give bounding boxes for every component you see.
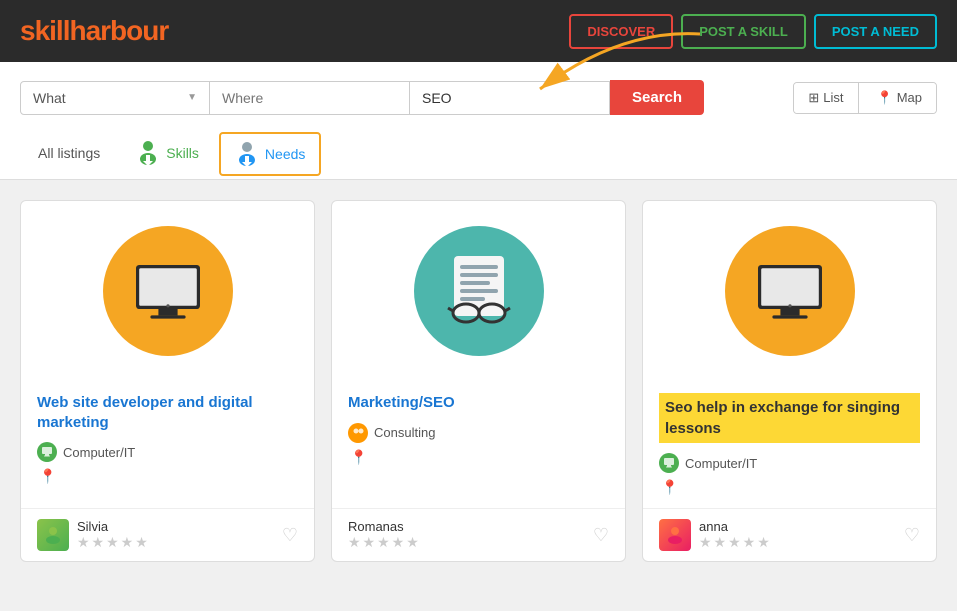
- logo-text: skillharbour: [20, 15, 168, 46]
- tab-needs[interactable]: Needs: [219, 132, 321, 176]
- card-icon-circle-1: [103, 226, 233, 356]
- post-need-button[interactable]: POST A NEED: [814, 14, 937, 49]
- main-content: Web site developer and digital marketing…: [0, 180, 957, 582]
- chevron-down-icon: ▼: [187, 92, 197, 103]
- location-pin-2: 📍: [348, 449, 609, 466]
- listing-card-3: Seo help in exchange for singing lessons…: [642, 200, 937, 562]
- location-pin-3: 📍: [659, 479, 920, 496]
- avatar-image-1: [43, 525, 63, 545]
- card-title-highlighted-3[interactable]: Seo help in exchange for singing lessons: [659, 393, 920, 443]
- tab-all-listings[interactable]: All listings: [20, 135, 118, 173]
- needs-label: Needs: [265, 146, 305, 162]
- card-icon-circle-3: [725, 226, 855, 356]
- category-label-2: Consulting: [374, 425, 435, 440]
- list-view-button[interactable]: ⊞ List: [794, 83, 858, 113]
- location-icon-3: 📍: [661, 479, 678, 495]
- search-button[interactable]: Search: [610, 80, 704, 115]
- user-name-3: anna: [699, 519, 772, 534]
- stars-2: ★★★★★: [348, 534, 421, 551]
- monitor-icon-3: [750, 256, 830, 326]
- avatar-1: [37, 519, 69, 551]
- map-pin-icon: 📍: [877, 90, 893, 106]
- category-label-3: Computer/IT: [685, 456, 757, 471]
- user-details-3: anna ★★★★★: [699, 519, 772, 551]
- search-row: What ▼ Search ⊞ List 📍 Map: [20, 80, 937, 115]
- consulting-icon: [352, 427, 364, 439]
- card-footer-1: Silvia ★★★★★ ♡: [21, 508, 314, 561]
- heart-icon-3[interactable]: ♡: [904, 525, 920, 546]
- logo: skillharbour: [20, 15, 168, 47]
- document-icon-2: [434, 251, 524, 331]
- card-image-1: [21, 201, 314, 381]
- tabs-row: All listings Skills Needs: [20, 129, 937, 179]
- needs-icon: [235, 140, 259, 168]
- where-input[interactable]: [210, 81, 410, 115]
- user-info-2: Romanas ★★★★★: [348, 519, 421, 551]
- post-skill-button[interactable]: POST A SKILL: [681, 14, 806, 49]
- search-area: What ▼ Search ⊞ List 📍 Map: [0, 62, 957, 180]
- category-label-1: Computer/IT: [63, 445, 135, 460]
- location-icon-1: 📍: [39, 468, 56, 484]
- skills-icon: [136, 139, 160, 167]
- user-info-3: anna ★★★★★: [659, 519, 772, 551]
- avatar-image-3: [665, 525, 685, 545]
- location-pin-1: 📍: [37, 468, 298, 485]
- computer-icon-3: [663, 457, 675, 469]
- app-header: skillharbour DISCOVER POST A SKILL POST …: [0, 0, 957, 62]
- discover-button[interactable]: DISCOVER: [569, 14, 673, 49]
- listing-card-2: Marketing/SEO Consulting 📍 Romanas ★★★★★: [331, 200, 626, 562]
- card-image-2: [332, 201, 625, 381]
- card-footer-2: Romanas ★★★★★ ♡: [332, 508, 625, 561]
- category-icon-1: [37, 442, 57, 462]
- all-listings-label: All listings: [38, 145, 100, 161]
- card-icon-circle-2: [414, 226, 544, 356]
- stars-3: ★★★★★: [699, 534, 772, 551]
- map-label: Map: [897, 90, 922, 105]
- card-category-2: Consulting: [348, 423, 609, 443]
- card-footer-3: anna ★★★★★ ♡: [643, 508, 936, 561]
- card-title-2[interactable]: Marketing/SEO: [348, 393, 609, 413]
- location-icon-2: 📍: [350, 449, 367, 465]
- nav-buttons: DISCOVER POST A SKILL POST A NEED: [569, 14, 937, 49]
- user-name-1: Silvia: [77, 519, 150, 534]
- card-body-3: Seo help in exchange for singing lessons…: [643, 381, 936, 508]
- search-input[interactable]: [410, 81, 610, 115]
- avatar-3: [659, 519, 691, 551]
- card-body-1: Web site developer and digital marketing…: [21, 381, 314, 508]
- card-body-2: Marketing/SEO Consulting 📍: [332, 381, 625, 508]
- list-label: List: [823, 90, 843, 105]
- user-name-2: Romanas: [348, 519, 421, 534]
- computer-icon-1: [41, 446, 53, 458]
- map-view-button[interactable]: 📍 Map: [863, 83, 936, 113]
- list-icon: ⊞: [808, 90, 819, 106]
- user-details-1: Silvia ★★★★★: [77, 519, 150, 551]
- card-image-3: [643, 201, 936, 381]
- skills-label: Skills: [166, 145, 199, 161]
- what-dropdown[interactable]: What ▼: [20, 81, 210, 115]
- category-icon-3: [659, 453, 679, 473]
- stars-1: ★★★★★: [77, 534, 150, 551]
- user-info-1: Silvia ★★★★★: [37, 519, 150, 551]
- card-category-3: Computer/IT: [659, 453, 920, 473]
- card-category-1: Computer/IT: [37, 442, 298, 462]
- listing-card-1: Web site developer and digital marketing…: [20, 200, 315, 562]
- user-details-2: Romanas ★★★★★: [348, 519, 421, 551]
- view-toggle: ⊞ List 📍 Map: [793, 82, 937, 114]
- what-label: What: [33, 90, 66, 106]
- card-title-1[interactable]: Web site developer and digital marketing: [37, 393, 298, 432]
- tab-skills[interactable]: Skills: [118, 129, 217, 179]
- category-icon-2: [348, 423, 368, 443]
- card-title-text-3: Seo help in exchange for singing lessons: [665, 399, 900, 437]
- monitor-icon-1: [128, 256, 208, 326]
- heart-icon-1[interactable]: ♡: [282, 525, 298, 546]
- heart-icon-2[interactable]: ♡: [593, 525, 609, 546]
